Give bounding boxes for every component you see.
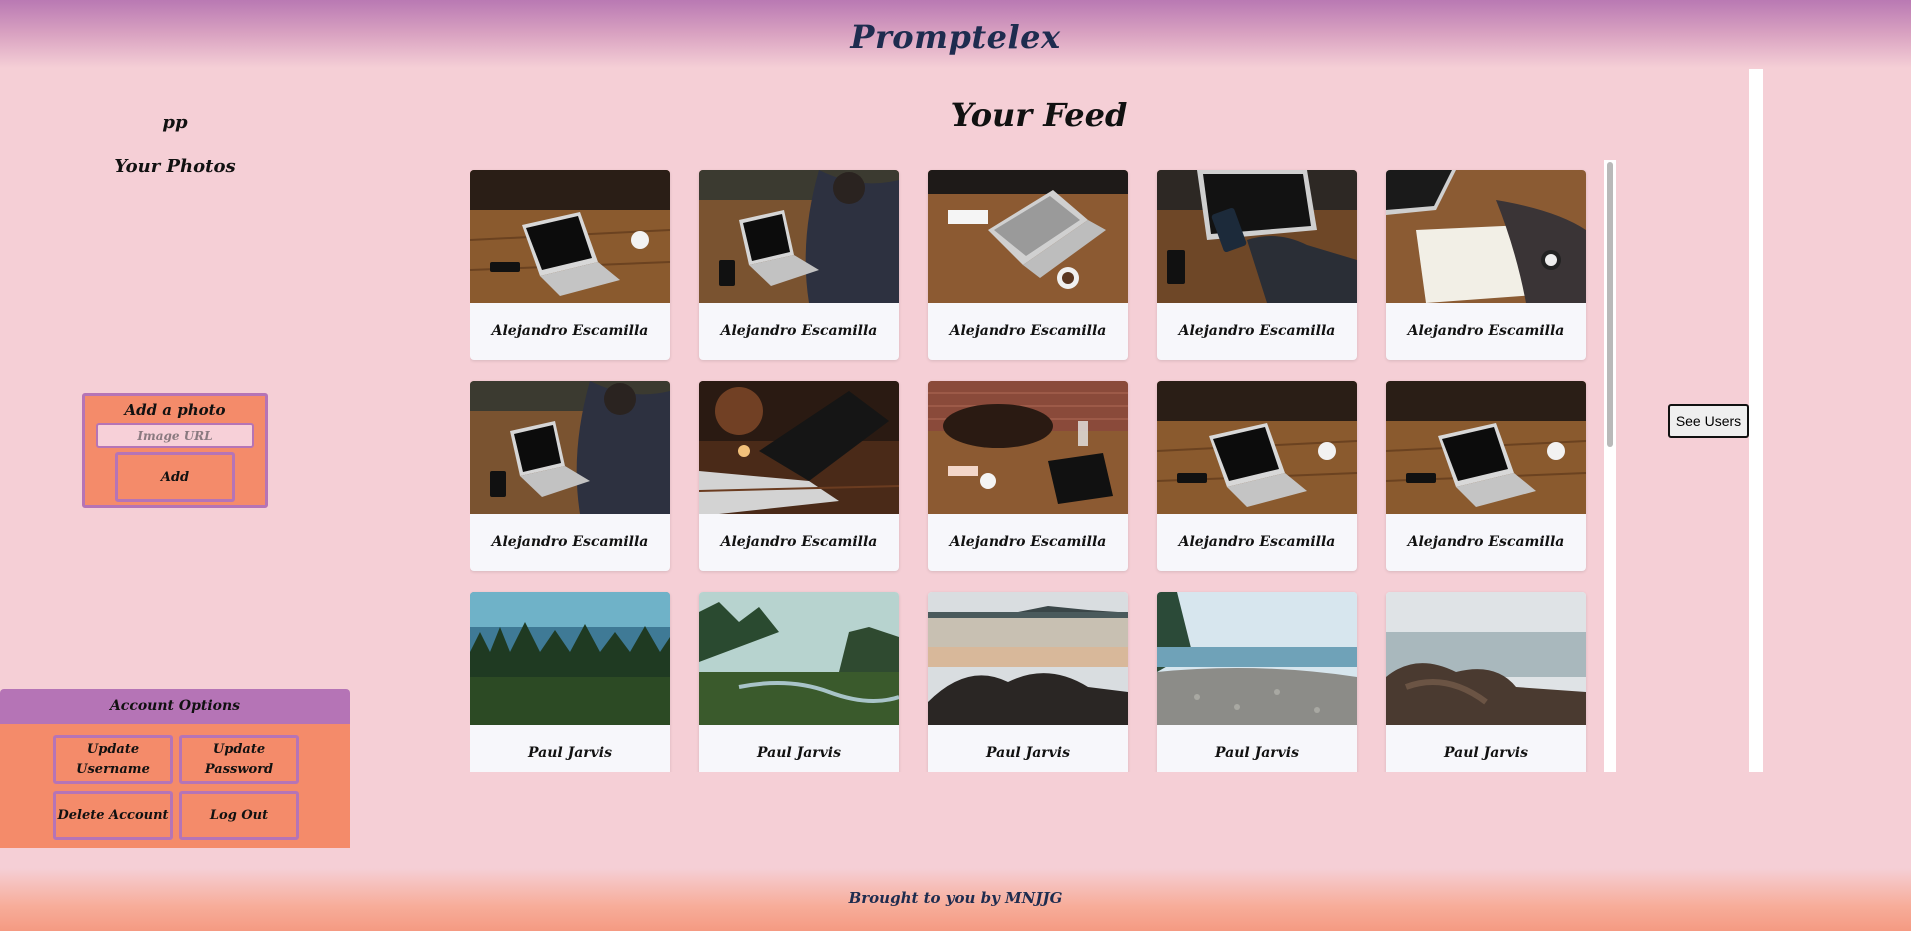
feed-photo[interactable] xyxy=(699,381,899,514)
feed-card[interactable]: Alejandro Escamilla xyxy=(1157,170,1357,360)
feed-scrollbar-thumb[interactable] xyxy=(1607,162,1613,447)
feed-card[interactable]: Paul Jarvis xyxy=(470,592,670,772)
feed-photo[interactable] xyxy=(470,592,670,725)
photo-author: Alejandro Escamilla xyxy=(1178,534,1336,550)
feed-photo[interactable] xyxy=(699,170,899,303)
photo-author: Paul Jarvis xyxy=(757,745,841,761)
feed-card[interactable]: Paul Jarvis xyxy=(1157,592,1357,772)
photo-author: Alejandro Escamilla xyxy=(720,534,878,550)
photo-author: Paul Jarvis xyxy=(528,745,612,761)
add-photo-form: Add a photo Add xyxy=(82,393,268,508)
feed-photo[interactable] xyxy=(470,170,670,303)
photo-author: Paul Jarvis xyxy=(986,745,1070,761)
feed-photo[interactable] xyxy=(928,592,1128,725)
photo-author: Alejandro Escamilla xyxy=(491,534,649,550)
username: pp xyxy=(162,112,188,133)
feed-photo[interactable] xyxy=(470,381,670,514)
feed-photo[interactable] xyxy=(1157,381,1357,514)
account-options-panel: Update Username Update Password Delete A… xyxy=(0,724,350,848)
feed-card[interactable]: Alejandro Escamilla xyxy=(928,170,1128,360)
footer-credit: Brought to you by MNJJG xyxy=(848,889,1063,907)
photo-author: Alejandro Escamilla xyxy=(1407,323,1565,339)
feed-photo[interactable] xyxy=(699,592,899,725)
feed-photo[interactable] xyxy=(928,170,1128,303)
feed-card[interactable]: Alejandro Escamilla xyxy=(928,381,1128,571)
add-photo-button[interactable]: Add xyxy=(115,452,235,502)
update-password-button[interactable]: Update Password xyxy=(179,735,299,784)
feed-card[interactable]: Alejandro Escamilla xyxy=(1386,170,1586,360)
feed-card[interactable]: Alejandro Escamilla xyxy=(1157,381,1357,571)
feed-photo[interactable] xyxy=(1386,381,1586,514)
feed-card[interactable]: Paul Jarvis xyxy=(1386,592,1586,772)
photo-author: Alejandro Escamilla xyxy=(491,323,649,339)
app-title: Promptelex xyxy=(850,18,1061,56)
feed-photo[interactable] xyxy=(1386,170,1586,303)
feed-card[interactable]: Alejandro Escamilla xyxy=(1386,381,1586,571)
feed-title: Your Feed xyxy=(950,96,1128,134)
feed-card[interactable]: Alejandro Escamilla xyxy=(699,170,899,360)
page-header: Promptelex xyxy=(0,0,1911,68)
right-divider xyxy=(1749,69,1763,772)
feed-photo[interactable] xyxy=(1157,592,1357,725)
feed-photo[interactable] xyxy=(1157,170,1357,303)
feed-card[interactable]: Alejandro Escamilla xyxy=(470,381,670,571)
feed-card[interactable]: Alejandro Escamilla xyxy=(699,381,899,571)
add-photo-title: Add a photo xyxy=(124,401,226,419)
photo-author: Alejandro Escamilla xyxy=(1178,323,1336,339)
see-users-button[interactable]: See Users xyxy=(1668,404,1749,438)
your-photos-link[interactable]: Your Photos xyxy=(0,156,350,177)
feed-scrollbar[interactable] xyxy=(1604,160,1616,772)
photo-author: Paul Jarvis xyxy=(1444,745,1528,761)
image-url-input[interactable] xyxy=(96,423,254,448)
photo-author: Alejandro Escamilla xyxy=(949,534,1107,550)
feed-photo[interactable] xyxy=(928,381,1128,514)
photo-author: Alejandro Escamilla xyxy=(720,323,878,339)
feed-card[interactable]: Paul Jarvis xyxy=(699,592,899,772)
feed-grid[interactable]: Alejandro Escamilla Alejandro Escamilla Al… xyxy=(470,160,1610,772)
account-options-title: Account Options xyxy=(0,689,350,724)
photo-author: Paul Jarvis xyxy=(1215,745,1299,761)
delete-account-button[interactable]: Delete Account xyxy=(53,791,173,840)
feed-photo[interactable] xyxy=(1386,592,1586,725)
log-out-button[interactable]: Log Out xyxy=(179,791,299,840)
feed-card[interactable]: Alejandro Escamilla xyxy=(470,170,670,360)
photo-author: Alejandro Escamilla xyxy=(1407,534,1565,550)
feed-card[interactable]: Paul Jarvis xyxy=(928,592,1128,772)
photo-author: Alejandro Escamilla xyxy=(949,323,1107,339)
page-footer: Brought to you by MNJJG xyxy=(0,868,1911,931)
update-username-button[interactable]: Update Username xyxy=(53,735,173,784)
